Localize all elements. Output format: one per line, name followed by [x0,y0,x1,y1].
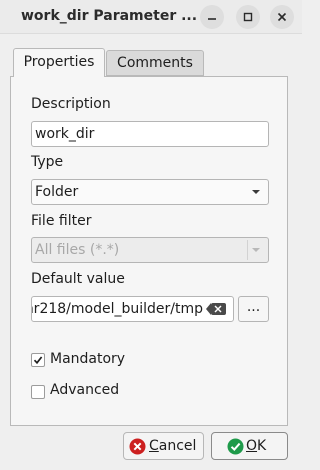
ok-mnemonic: O [246,438,258,454]
description-label: Description [31,96,111,112]
file-filter-select: All files (*.*) [31,237,269,263]
cancel-label-rest: ancel [158,438,197,454]
maximize-icon [243,12,253,22]
title-bar[interactable]: work_dir Parameter ... [0,0,302,34]
clear-icon[interactable] [206,303,226,315]
mandatory-checkbox[interactable] [31,353,45,367]
tab-properties-label: Properties [23,54,95,70]
description-value: work_dir [35,126,95,142]
select-divider [247,240,248,260]
description-input[interactable]: work_dir [31,121,269,147]
default-value-text: nr218/model_builder/tmp [31,301,203,317]
mandatory-label[interactable]: Mandatory [50,351,125,367]
window-title: work_dir Parameter ... [21,8,198,24]
close-icon [277,12,287,22]
close-button[interactable] [270,5,294,29]
cancel-icon [129,438,146,455]
minimize-icon [208,18,216,20]
cancel-mnemonic: C [149,438,159,454]
minimize-button[interactable] [200,5,224,29]
advanced-label[interactable]: Advanced [50,382,119,398]
type-label: Type [31,154,64,170]
default-value-input[interactable]: nr218/model_builder/tmp [31,296,234,322]
advanced-checkbox[interactable] [31,385,45,399]
file-filter-label: File filter [31,213,92,229]
chevron-down-icon [252,248,260,252]
checkmark-icon [33,356,43,365]
maximize-button[interactable] [236,5,260,29]
type-value: Folder [35,184,79,200]
file-filter-value: All files (*.*) [35,242,120,258]
browse-label: ... [246,299,261,315]
cancel-button[interactable]: Cancel [123,432,204,460]
browse-button[interactable]: ... [238,296,269,322]
default-value-label: Default value [31,271,125,287]
ok-button[interactable]: OK [211,432,288,460]
tab-properties[interactable]: Properties [13,48,105,77]
type-select[interactable]: Folder [31,179,269,205]
tab-comments-label: Comments [117,55,193,71]
ok-label: OK [246,433,266,459]
tab-comments[interactable]: Comments [106,50,204,76]
ok-label-rest: K [257,438,267,454]
check-icon [227,438,244,455]
cancel-label: Cancel [149,433,196,459]
chevron-down-icon [252,190,260,194]
